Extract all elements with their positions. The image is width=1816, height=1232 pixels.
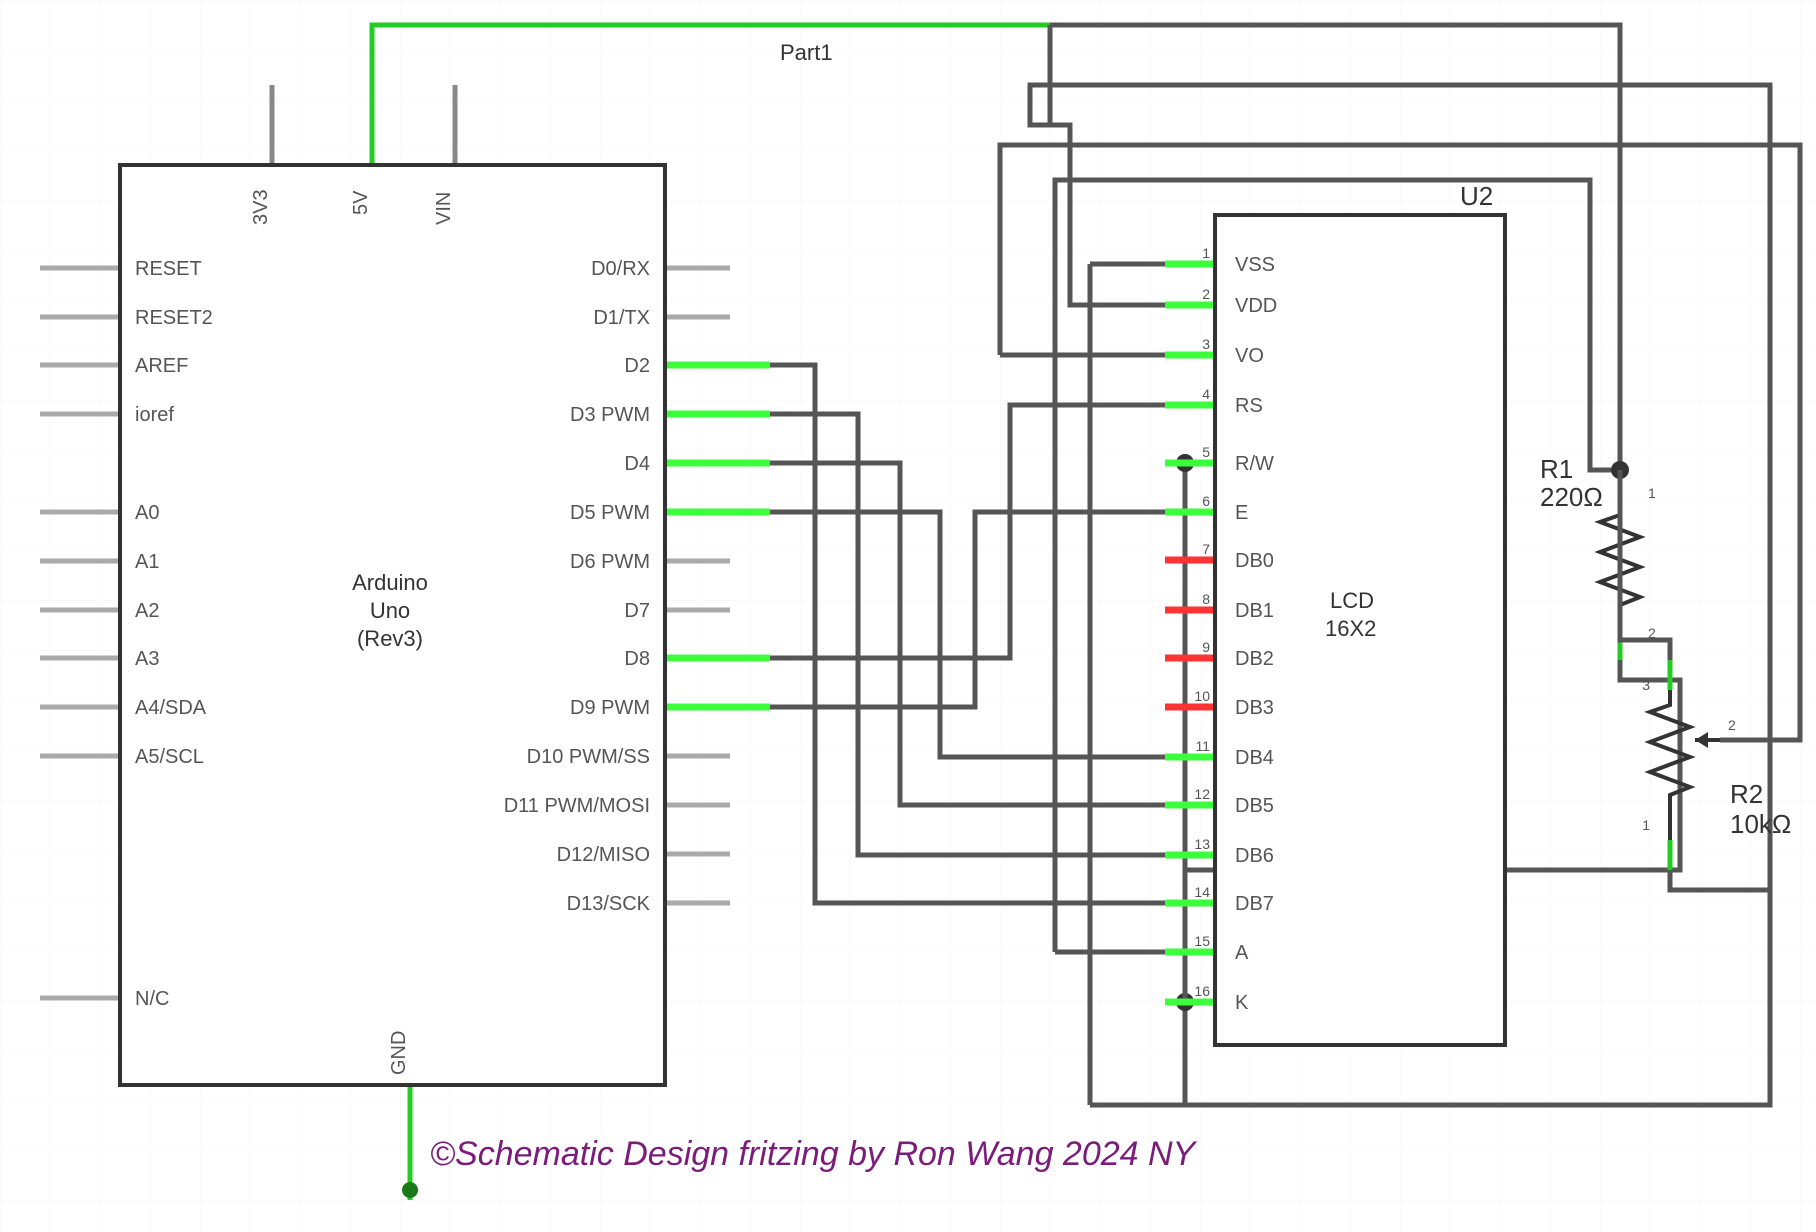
lcd-num-15: 15 — [1194, 933, 1210, 949]
lcd-pin-vdd: VDD — [1235, 295, 1277, 317]
pin-vin: VIN — [433, 192, 455, 225]
lcd-block: U2 LCD 16X2 VSS VDD VO RS R/W E DB0 DB1 … — [1194, 181, 1505, 1045]
pin-d12: D12/MISO — [557, 844, 650, 866]
pin-nc: N/C — [135, 988, 169, 1010]
pin-d5: D5 PWM — [570, 502, 650, 524]
lcd-num-12: 12 — [1194, 786, 1210, 802]
lcd-num-2: 2 — [1202, 286, 1210, 302]
lcd-pin-db4: DB4 — [1235, 747, 1274, 769]
caption: ©Schematic Design fritzing by Ron Wang 2… — [430, 1135, 1198, 1173]
r1-ref: R1 — [1540, 454, 1573, 484]
r2-pin1: 1 — [1642, 817, 1650, 833]
lcd-num-11: 11 — [1195, 738, 1210, 754]
lcd-type2: 16X2 — [1325, 616, 1376, 641]
arduino-block: Arduino Uno (Rev3) RESET RESET2 AREF ior… — [120, 165, 665, 1085]
lcd-num-3: 3 — [1202, 336, 1210, 352]
arduino-title1: Arduino — [352, 570, 428, 595]
pin-reset2: RESET2 — [135, 307, 213, 329]
lcd-pin-rs: RS — [1235, 395, 1263, 417]
part-label: Part1 — [780, 40, 833, 65]
pin-d8: D8 — [624, 648, 650, 670]
pin-a5: A5/SCL — [135, 746, 204, 768]
pin-d6: D6 PWM — [570, 551, 650, 573]
pin-ioref: ioref — [135, 404, 174, 426]
lcd-pin-k: K — [1235, 992, 1249, 1014]
pin-d13: D13/SCK — [567, 893, 651, 915]
arduino-title2: Uno — [370, 598, 410, 623]
pin-d10: D10 PWM/SS — [527, 746, 650, 768]
r2-pin3: 3 — [1642, 677, 1650, 693]
pin-3v3: 3V3 — [250, 189, 272, 225]
pin-5v: 5V — [350, 190, 372, 215]
r1-val: 220Ω — [1540, 482, 1603, 512]
lcd-ref: U2 — [1460, 181, 1493, 211]
pin-d1: D1/TX — [593, 307, 650, 329]
lcd-num-6: 6 — [1202, 493, 1210, 509]
pin-d2: D2 — [624, 355, 650, 377]
lcd-num-13: 13 — [1194, 836, 1210, 852]
pin-a1: A1 — [135, 551, 159, 573]
lcd-pin-db2: DB2 — [1235, 648, 1274, 670]
pin-d7: D7 — [624, 600, 650, 622]
pin-reset: RESET — [135, 258, 202, 280]
pin-gnd: GND — [388, 1031, 410, 1075]
lcd-num-16: 16 — [1194, 983, 1210, 999]
lcd-pin-e: E — [1235, 502, 1248, 524]
pin-d11: D11 PWM/MOSI — [504, 795, 650, 817]
lcd-pin-rw: R/W — [1235, 453, 1274, 475]
lcd-pin-db7: DB7 — [1235, 893, 1274, 915]
pin-d9: D9 PWM — [570, 697, 650, 719]
schematic-canvas: Arduino Uno (Rev3) RESET RESET2 AREF ior… — [0, 0, 1816, 1232]
lcd-pin-db5: DB5 — [1235, 795, 1274, 817]
pin-a3: A3 — [135, 648, 159, 670]
lcd-num-4: 4 — [1202, 386, 1210, 402]
pin-d0: D0/RX — [591, 258, 650, 280]
lcd-num-14: 14 — [1194, 884, 1210, 900]
lcd-pin-db0: DB0 — [1235, 550, 1274, 572]
pin-aref: AREF — [135, 355, 188, 377]
r2-val: 10kΩ — [1730, 809, 1791, 839]
lcd-num-1: 1 — [1202, 245, 1210, 261]
pin-d3: D3 PWM — [570, 404, 650, 426]
lcd-num-8: 8 — [1202, 591, 1210, 607]
lcd-num-5: 5 — [1202, 444, 1210, 460]
lcd-pin-vo: VO — [1235, 345, 1264, 367]
pin-a0: A0 — [135, 502, 159, 524]
lcd-pin-vss: VSS — [1235, 254, 1275, 276]
pin-a4: A4/SDA — [135, 697, 207, 719]
lcd-type1: LCD — [1330, 588, 1374, 613]
lcd-pin-db6: DB6 — [1235, 845, 1274, 867]
lcd-num-7: 7 — [1202, 541, 1210, 557]
pin-d4: D4 — [624, 453, 650, 475]
lcd-pin-a: A — [1235, 942, 1249, 964]
lcd-num-10: 10 — [1194, 688, 1210, 704]
pin-a2: A2 — [135, 600, 159, 622]
r2-pin2: 2 — [1728, 717, 1736, 733]
r1-pin1: 1 — [1648, 485, 1656, 501]
arduino-title3: (Rev3) — [357, 626, 423, 651]
lcd-pin-db1: DB1 — [1235, 600, 1274, 622]
lcd-pin-db3: DB3 — [1235, 697, 1274, 719]
r2-ref: R2 — [1730, 779, 1763, 809]
lcd-num-9: 9 — [1202, 639, 1210, 655]
